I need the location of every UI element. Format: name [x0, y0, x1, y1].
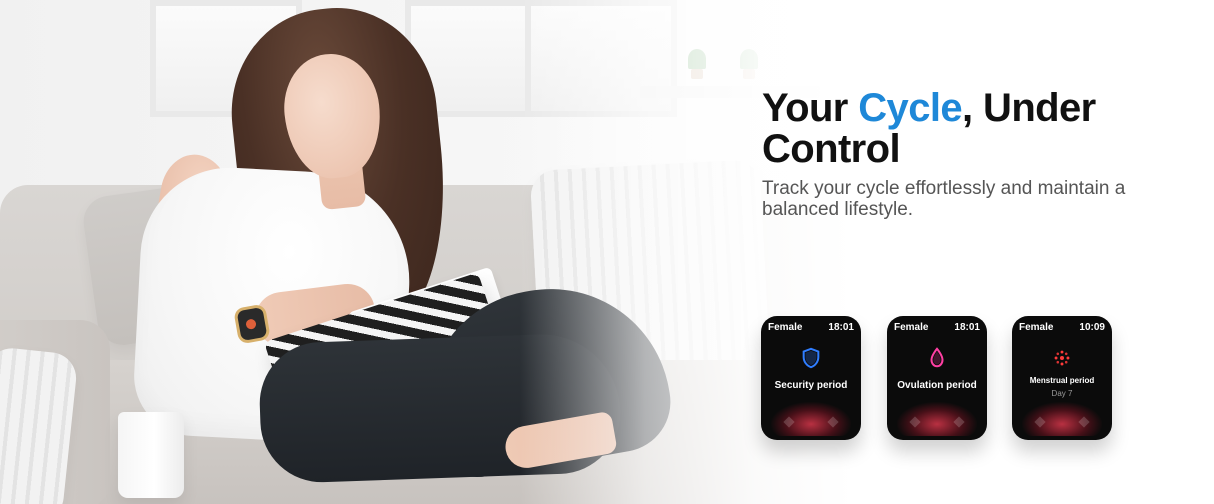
smartwatch-on-wrist [236, 306, 268, 342]
period-label: Menstrual period [1029, 376, 1095, 385]
decorative-figure [897, 402, 977, 436]
headline-pre: Your [762, 86, 859, 130]
page-title: Your Cycle, Under Control [762, 88, 1182, 170]
cycle-flower-icon [1051, 347, 1073, 369]
day-label: Day 7 [1051, 389, 1073, 398]
watch-screen-menstrual: Female 10:09 Menstrual period Day 7 [1012, 316, 1112, 440]
period-label: Security period [774, 380, 848, 391]
decorative-figure [771, 402, 851, 436]
watch-header: Female 18:01 [894, 322, 980, 333]
droplet-icon [926, 347, 948, 369]
watch-time: 18:01 [828, 322, 854, 333]
watch-screen-ovulation: Female 18:01 Ovulation period [887, 316, 987, 440]
shield-icon [800, 347, 822, 369]
watch-label: Female [894, 322, 929, 333]
decorative-figure [1022, 402, 1102, 436]
watch-time: 18:01 [954, 322, 980, 333]
watch-label: Female [1019, 322, 1054, 333]
subtitle: Track your cycle effortlessly and mainta… [762, 178, 1126, 220]
hero-banner: Your Cycle, Under Control Track your cyc… [0, 0, 1214, 504]
headline-accent: Cycle [858, 86, 963, 130]
watch-label: Female [768, 322, 803, 333]
period-label: Ovulation period [897, 380, 977, 391]
watch-header: Female 18:01 [768, 322, 854, 333]
watch-screen-security: Female 18:01 Security period [761, 316, 861, 440]
mug [118, 412, 184, 498]
watch-time: 10:09 [1079, 322, 1105, 333]
watch-header: Female 10:09 [1019, 322, 1105, 333]
